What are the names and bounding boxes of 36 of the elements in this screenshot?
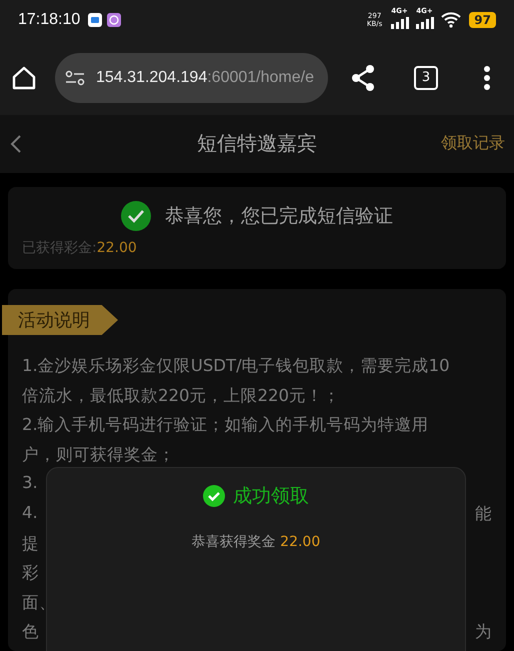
app-notification-icon <box>107 13 122 28</box>
more-menu-icon[interactable] <box>483 66 491 90</box>
share-icon[interactable] <box>350 64 376 92</box>
rule-text: 4. <box>22 503 38 524</box>
address-bar[interactable]: 154.31.204.194:60001/home/e <box>55 52 328 103</box>
wifi-icon <box>441 12 462 28</box>
signal-icon <box>416 17 436 30</box>
site-settings-icon[interactable] <box>65 70 85 86</box>
battery-level: 97 <box>469 12 496 28</box>
rule-text: 面、 <box>22 592 56 614</box>
rule-text: 倍流水，最低取款220元，上限220元！； <box>22 384 340 407</box>
url-text: 154.31.204.194:60001/home/e <box>96 68 314 87</box>
claim-history-link[interactable]: 领取记录 <box>441 133 505 154</box>
success-check-icon <box>121 201 151 232</box>
rule-text: 能 <box>475 503 492 526</box>
section-badge: 活动说明 <box>2 305 118 336</box>
dialog-message: 恭喜获得奖金 22.00 <box>192 533 320 552</box>
rule-text: 为 <box>475 621 492 644</box>
rule-text: 3. <box>22 473 38 494</box>
bonus-earned-text: 已获得彩金:22.00 <box>22 239 138 258</box>
rule-text: 1.金沙娱乐场彩金仅限USDT/电子钱包取款，需要完成10 <box>22 355 450 378</box>
success-check-icon <box>203 485 225 508</box>
page-title: 短信特邀嘉宾 <box>197 130 317 158</box>
rule-text: 彩 <box>22 562 39 584</box>
rule-text: 提 <box>22 532 39 555</box>
rule-text: 2.输入手机号码进行验证；如输入的手机号码为特邀用 <box>22 414 429 436</box>
app-notification-icon <box>88 13 102 28</box>
signal-icon <box>391 17 412 30</box>
home-icon[interactable] <box>11 64 37 91</box>
status-time: 17:18:10 <box>18 11 80 30</box>
rule-text: 色 <box>22 621 39 644</box>
rule-text: 户，则可获得奖金； <box>22 444 175 466</box>
back-icon[interactable] <box>10 134 22 154</box>
verification-message: 恭喜您，您已完成短信验证 <box>165 204 393 230</box>
dialog-title: 成功领取 <box>233 484 309 510</box>
tab-count-button[interactable]: 3 <box>414 66 438 90</box>
